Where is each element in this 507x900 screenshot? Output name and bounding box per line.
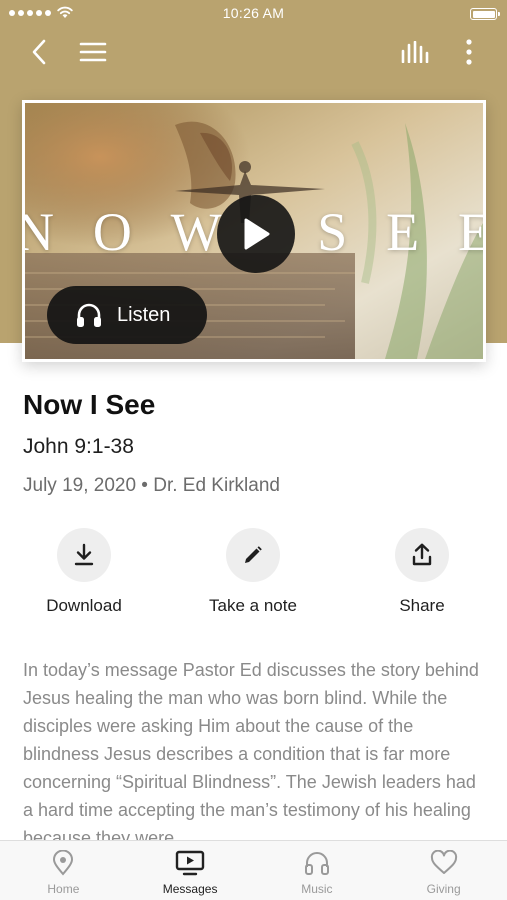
download-icon-circle [57, 528, 111, 582]
share-icon-circle [395, 528, 449, 582]
tab-giving[interactable]: Giving [380, 841, 507, 900]
back-button[interactable] [22, 35, 56, 69]
tab-music[interactable]: Music [254, 841, 381, 900]
play-icon [244, 218, 270, 250]
take-note-button[interactable]: Take a note [178, 528, 328, 616]
heart-icon [430, 850, 457, 874]
download-icon [74, 543, 94, 566]
audio-bars-icon [401, 41, 429, 63]
listen-label: Listen [117, 303, 171, 326]
message-title: Now I See [23, 389, 156, 420]
tab-bar: Home Messages Music Giving [0, 840, 507, 900]
note-icon-circle [226, 528, 280, 582]
tab-home-label: Home [47, 882, 80, 896]
download-label: Download [46, 596, 122, 615]
pencil-icon [245, 546, 262, 563]
status-bar: 10:26 AM [0, 0, 507, 28]
hamburger-icon [79, 42, 107, 62]
chevron-left-icon [32, 39, 46, 65]
menu-button[interactable] [76, 35, 110, 69]
tab-home[interactable]: Home [0, 841, 127, 900]
scripture-reference: John 9:1-38 [23, 435, 134, 458]
battery-icon [470, 8, 500, 20]
audio-button[interactable] [396, 35, 434, 69]
headphones-icon [304, 852, 329, 875]
more-options-button[interactable] [452, 35, 486, 69]
message-meta: July 19, 2020 • Dr. Ed Kirkland [23, 475, 280, 496]
listen-button[interactable]: Listen [47, 286, 207, 344]
tab-music-label: Music [301, 882, 333, 896]
share-button[interactable]: Share [347, 528, 497, 616]
play-button[interactable] [217, 195, 295, 273]
tab-giving-label: Giving [426, 882, 461, 896]
sermon-artwork: N O W I S E E Listen [22, 100, 486, 362]
tab-messages-label: Messages [162, 882, 218, 896]
share-icon [412, 543, 432, 566]
share-label: Share [399, 596, 445, 615]
map-pin-icon [53, 850, 74, 876]
headphones-icon [77, 303, 101, 327]
tab-messages[interactable]: Messages [127, 841, 254, 900]
download-button[interactable]: Download [9, 528, 159, 616]
status-time: 10:26 AM [222, 5, 285, 21]
vertical-dots-icon [466, 39, 472, 65]
take-note-label: Take a note [209, 596, 297, 615]
tv-play-icon [175, 850, 205, 876]
message-description: In today’s message Pastor Ed discusses t… [23, 660, 479, 841]
